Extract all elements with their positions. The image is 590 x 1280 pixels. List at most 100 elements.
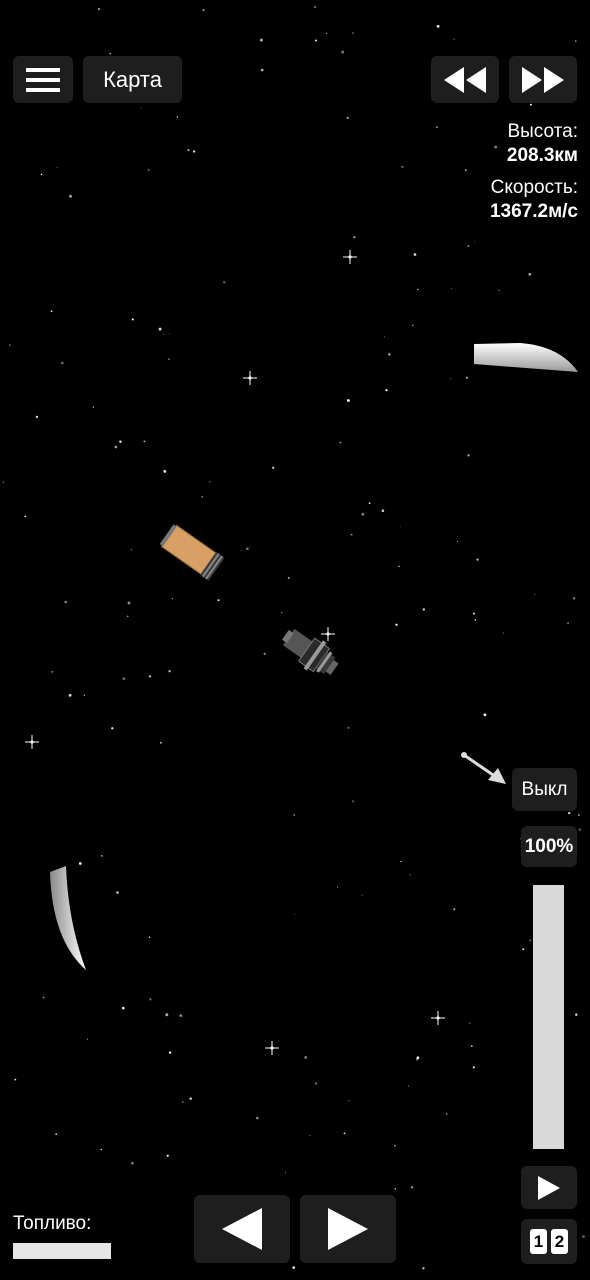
star bbox=[567, 622, 569, 624]
star bbox=[453, 38, 455, 40]
fuel-gauge-fill bbox=[13, 1243, 111, 1259]
star bbox=[309, 1134, 311, 1137]
spacecraft-module bbox=[281, 628, 339, 675]
throttle-slider[interactable] bbox=[533, 885, 564, 1149]
star bbox=[147, 168, 150, 172]
rotate-right-button[interactable] bbox=[300, 1195, 396, 1263]
star bbox=[483, 713, 487, 717]
star bbox=[304, 1056, 307, 1059]
star bbox=[498, 289, 500, 291]
slow-down-button[interactable] bbox=[431, 56, 499, 103]
fast-forward-icon bbox=[522, 66, 564, 93]
star bbox=[140, 107, 142, 109]
star bbox=[171, 598, 173, 600]
star bbox=[119, 440, 122, 443]
stage-button[interactable]: 1 2 bbox=[521, 1219, 577, 1264]
star bbox=[109, 52, 111, 55]
star bbox=[436, 25, 440, 28]
star bbox=[148, 936, 151, 938]
star bbox=[465, 376, 469, 379]
engine-toggle-button[interactable]: Выкл bbox=[512, 768, 577, 811]
throttle-slider-fill bbox=[533, 885, 564, 1149]
rewind-icon bbox=[444, 66, 486, 93]
star bbox=[502, 632, 505, 634]
star bbox=[343, 1132, 346, 1135]
star bbox=[528, 272, 532, 276]
star bbox=[35, 415, 38, 418]
map-button-label: Карта bbox=[103, 66, 162, 92]
star bbox=[163, 333, 165, 335]
star bbox=[68, 693, 72, 697]
star bbox=[522, 948, 525, 951]
star bbox=[192, 150, 196, 153]
speed-up-button[interactable] bbox=[509, 56, 577, 103]
star bbox=[395, 623, 398, 626]
star bbox=[240, 550, 242, 552]
star bbox=[445, 1113, 448, 1115]
star bbox=[127, 601, 131, 605]
star bbox=[83, 694, 86, 697]
star bbox=[394, 1145, 396, 1147]
menu-button[interactable] bbox=[13, 56, 73, 103]
bright-star bbox=[25, 735, 39, 749]
star bbox=[464, 169, 467, 172]
star bbox=[201, 496, 203, 498]
star bbox=[400, 861, 402, 863]
star bbox=[409, 874, 411, 876]
star bbox=[163, 469, 167, 473]
star bbox=[350, 533, 353, 536]
star bbox=[368, 502, 371, 505]
star bbox=[202, 9, 205, 12]
star bbox=[314, 1082, 318, 1085]
star bbox=[249, 546, 250, 547]
star bbox=[385, 389, 388, 392]
throttle-percent: 100% bbox=[521, 826, 577, 867]
star bbox=[64, 600, 67, 604]
star bbox=[168, 1051, 172, 1054]
star bbox=[130, 549, 132, 551]
rotate-right-arrow-icon bbox=[328, 1208, 368, 1250]
star bbox=[56, 166, 58, 169]
map-button[interactable]: Карта bbox=[83, 56, 182, 103]
star bbox=[534, 593, 536, 595]
altitude-label: Высота: bbox=[507, 121, 578, 142]
rotate-left-button[interactable] bbox=[194, 1195, 290, 1263]
star bbox=[582, 1235, 585, 1238]
star bbox=[422, 1267, 425, 1270]
star bbox=[467, 244, 470, 248]
star bbox=[281, 612, 283, 614]
star bbox=[182, 1101, 184, 1103]
star bbox=[476, 558, 479, 561]
star bbox=[529, 103, 532, 106]
star bbox=[568, 811, 571, 815]
star bbox=[158, 327, 162, 331]
star bbox=[474, 618, 477, 621]
hamburger-menu-icon bbox=[26, 67, 60, 92]
star bbox=[131, 318, 134, 321]
star bbox=[472, 1066, 475, 1069]
fairing-debris-top bbox=[474, 343, 578, 372]
star bbox=[159, 741, 162, 744]
star bbox=[361, 894, 363, 896]
star bbox=[148, 675, 152, 678]
rotate-left-arrow-icon bbox=[222, 1208, 262, 1250]
star bbox=[92, 406, 95, 408]
star bbox=[388, 353, 391, 356]
star bbox=[383, 336, 386, 338]
star bbox=[339, 441, 342, 444]
star bbox=[114, 445, 118, 449]
star bbox=[168, 358, 170, 360]
star bbox=[2, 481, 5, 484]
star bbox=[101, 854, 103, 857]
star bbox=[413, 253, 417, 256]
flight-telemetry: Высота: 208.3км Скорость: 1367.2м/с bbox=[490, 120, 578, 224]
star bbox=[408, 1085, 410, 1087]
play-button[interactable] bbox=[521, 1166, 577, 1209]
star bbox=[398, 565, 400, 568]
bright-star bbox=[343, 250, 357, 264]
star bbox=[394, 1188, 397, 1190]
star bbox=[572, 597, 576, 600]
speed-label: Скорость: bbox=[490, 177, 578, 198]
star bbox=[578, 828, 581, 831]
altitude-value: 208.3км bbox=[506, 145, 578, 166]
